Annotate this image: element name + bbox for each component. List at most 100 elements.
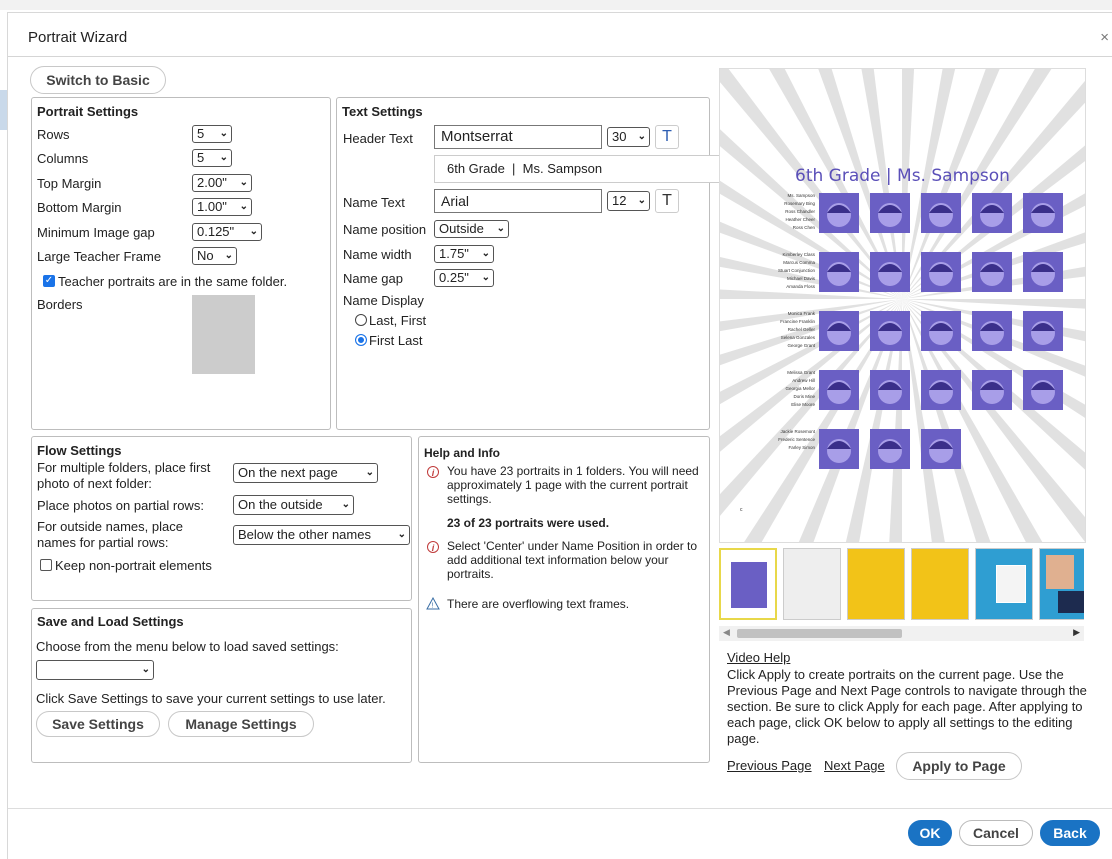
name-text-style-icon[interactable]: T bbox=[655, 189, 679, 213]
next-page-link[interactable]: Next Page bbox=[824, 758, 885, 773]
name-display-label: Name Display bbox=[343, 293, 424, 308]
chevron-down-icon: ⌄ bbox=[249, 226, 258, 237]
thumbnail-scrollbar[interactable]: ◀ ▶ bbox=[719, 626, 1084, 641]
borders-label: Borders bbox=[37, 297, 83, 312]
portrait-name: Jackie Rosemont bbox=[780, 429, 815, 434]
chevron-down-icon: ⌄ bbox=[141, 664, 150, 675]
portraits-used-info: 23 of 23 portraits were used. bbox=[447, 516, 610, 530]
portrait-name: Ross Chen bbox=[793, 225, 816, 230]
portrait-name: Heather Cheer bbox=[785, 217, 815, 222]
apply-to-page-button[interactable]: Apply to Page bbox=[896, 752, 1022, 780]
top-margin-select[interactable]: 2.00" ⌄ bbox=[192, 174, 252, 192]
thumbnail-6[interactable] bbox=[1039, 548, 1084, 620]
portrait-name: Francine Franklin bbox=[780, 319, 815, 324]
save-settings-button[interactable]: Save Settings bbox=[36, 711, 160, 737]
chevron-down-icon: ⌄ bbox=[481, 272, 490, 283]
header-text-input[interactable]: 6th Grade | Ms. Sampson bbox=[434, 155, 734, 183]
close-icon[interactable]: × bbox=[1100, 29, 1109, 46]
rows-value: 5 bbox=[197, 126, 205, 141]
scroll-right-icon[interactable]: ▶ bbox=[1073, 627, 1080, 638]
thumbnail-photo bbox=[1046, 555, 1074, 589]
portrait-wizard-dialog: Portrait Wizard × Switch to Basic Portra… bbox=[7, 12, 1112, 859]
top-margin-value: 2.00" bbox=[197, 175, 227, 190]
portrait-name: Michael Davis bbox=[787, 276, 816, 281]
thumbnail-3[interactable] bbox=[847, 548, 905, 620]
portrait-name: Doris Mine bbox=[793, 394, 815, 399]
columns-select[interactable]: 5 ⌄ bbox=[192, 149, 232, 167]
thumbnail-1[interactable] bbox=[719, 548, 777, 620]
min-gap-select[interactable]: 0.125" ⌄ bbox=[192, 223, 262, 241]
scroll-left-icon[interactable]: ◀ bbox=[723, 627, 730, 638]
columns-label: Columns bbox=[37, 151, 89, 166]
portrait-name: Rosemary Bing bbox=[784, 201, 815, 206]
outside-names-value: Below the other names bbox=[238, 527, 371, 542]
portrait-name: Ms. Sampson bbox=[787, 193, 815, 198]
help-info-panel: Help and Info i You have 23 portraits in… bbox=[418, 436, 710, 763]
teacher-same-folder-label: Teacher portraits are in the same folder… bbox=[58, 274, 288, 289]
partial-rows-label: Place photos on partial rows: bbox=[37, 498, 204, 513]
scrollbar-thumb[interactable] bbox=[737, 629, 902, 638]
header-text-style-icon[interactable]: T bbox=[655, 125, 679, 149]
outside-names-select[interactable]: Below the other names ⌄ bbox=[233, 525, 410, 545]
header-text-label: Header Text bbox=[343, 131, 413, 146]
portrait-name: Georgia Mellor bbox=[785, 386, 815, 391]
preview-canvas: 6th Grade | Ms. Sampson Ms. Sampson Rosema… bbox=[720, 69, 1085, 542]
rows-label: Rows bbox=[37, 127, 70, 142]
back-button[interactable]: Back bbox=[1040, 820, 1100, 846]
portrait-settings-title: Portrait Settings bbox=[37, 104, 139, 119]
thumbnail-4[interactable] bbox=[911, 548, 969, 620]
name-position-value: Outside bbox=[439, 221, 484, 236]
border-swatch[interactable] bbox=[192, 295, 255, 374]
chevron-down-icon: ⌄ bbox=[219, 128, 228, 139]
name-size-select[interactable]: 12 ⌄ bbox=[607, 191, 650, 211]
thumbnail-content bbox=[731, 562, 767, 608]
option-last-first-label: Last, First bbox=[369, 313, 427, 328]
cancel-button[interactable]: Cancel bbox=[959, 820, 1033, 846]
teacher-frame-label: Large Teacher Frame bbox=[37, 249, 162, 264]
header-font-input[interactable]: Montserrat bbox=[434, 125, 602, 149]
bottom-margin-select[interactable]: 1.00" ⌄ bbox=[192, 198, 252, 216]
portrait-name: Elise Moore bbox=[791, 402, 815, 407]
manage-settings-button[interactable]: Manage Settings bbox=[168, 711, 314, 737]
portrait-name: Stuart Conjunction bbox=[778, 268, 816, 273]
thumbnail-2[interactable] bbox=[783, 548, 841, 620]
keep-non-portrait-checkbox[interactable] bbox=[40, 559, 52, 571]
name-gap-select[interactable]: 0.25" ⌄ bbox=[434, 269, 494, 287]
bottom-margin-value: 1.00" bbox=[197, 199, 227, 214]
header-size-select[interactable]: 30 ⌄ bbox=[607, 127, 650, 147]
portrait-name: Ross Chandler bbox=[785, 209, 815, 214]
saved-settings-select[interactable]: ⌄ bbox=[36, 660, 154, 680]
thumbnail-photo bbox=[996, 565, 1026, 603]
portrait-name: Selena Gonzales bbox=[781, 335, 816, 340]
help-info-title: Help and Info bbox=[424, 446, 500, 460]
partial-rows-value: On the outside bbox=[238, 497, 323, 512]
portrait-name: Marcus Comma bbox=[783, 260, 815, 265]
name-width-value: 1.75" bbox=[439, 246, 469, 261]
teacher-same-folder-checkbox[interactable]: ✓ bbox=[43, 275, 55, 287]
name-position-select[interactable]: Outside ⌄ bbox=[434, 220, 509, 238]
ok-button[interactable]: OK bbox=[908, 820, 952, 846]
thumbnail-5[interactable] bbox=[975, 548, 1033, 620]
name-font-input[interactable]: Arial bbox=[434, 189, 602, 213]
warning-icon: ! bbox=[426, 597, 440, 610]
switch-to-basic-button[interactable]: Switch to Basic bbox=[30, 66, 166, 94]
previous-page-link[interactable]: Previous Page bbox=[727, 758, 812, 773]
choose-settings-label: Choose from the menu below to load saved… bbox=[36, 639, 339, 654]
portrait-name: Monica Frank bbox=[788, 311, 816, 316]
flow-settings-title: Flow Settings bbox=[37, 443, 122, 458]
teacher-frame-value: No bbox=[197, 248, 214, 263]
video-help-link[interactable]: Video Help bbox=[727, 650, 790, 665]
radio-first-last[interactable] bbox=[355, 334, 367, 346]
radio-last-first[interactable] bbox=[355, 314, 367, 326]
multi-folder-select[interactable]: On the next page ⌄ bbox=[233, 463, 378, 483]
bottom-margin-label: Bottom Margin bbox=[37, 200, 122, 215]
chevron-down-icon: ⌄ bbox=[341, 499, 350, 510]
teacher-frame-select[interactable]: No ⌄ bbox=[192, 247, 237, 265]
top-margin-label: Top Margin bbox=[37, 176, 102, 191]
rows-select[interactable]: 5 ⌄ bbox=[192, 125, 232, 143]
chevron-down-icon: ⌄ bbox=[496, 223, 505, 234]
partial-rows-select[interactable]: On the outside ⌄ bbox=[233, 495, 354, 515]
text-settings-title: Text Settings bbox=[342, 104, 423, 119]
name-width-select[interactable]: 1.75" ⌄ bbox=[434, 245, 494, 263]
portrait-name: Amanda Floss bbox=[786, 284, 816, 289]
